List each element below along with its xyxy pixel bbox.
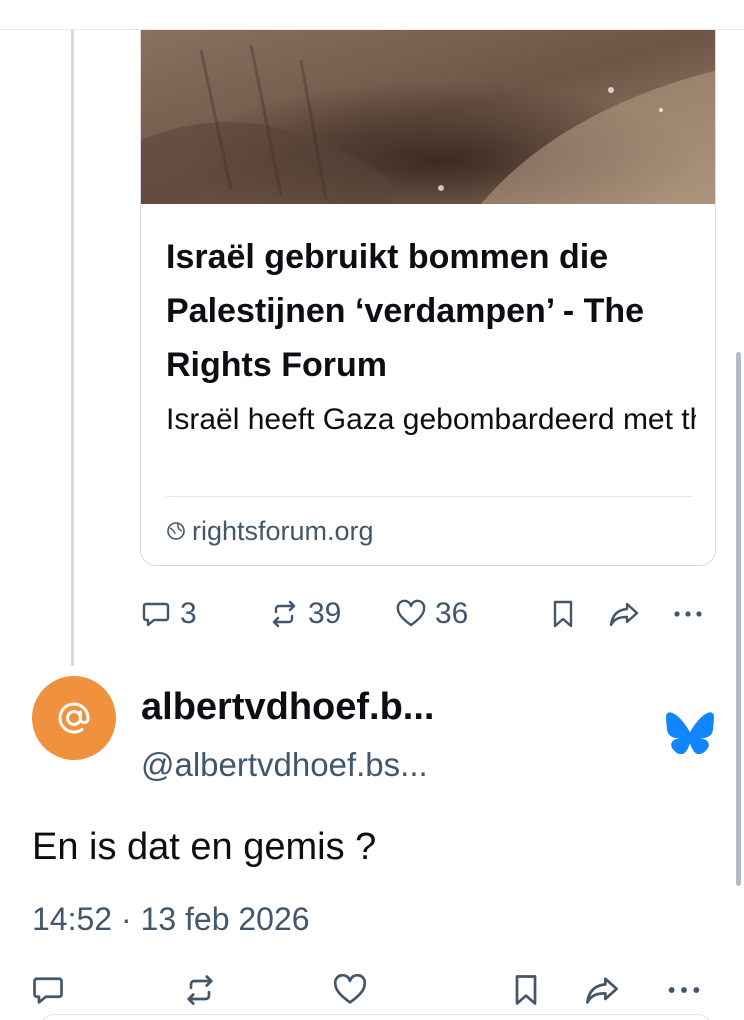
link-preview-title: Israël gebruikt bommen die Palestijnen ‘… — [166, 238, 645, 384]
like-button[interactable]: 36 — [395, 590, 468, 638]
next-card-edge — [40, 1014, 712, 1020]
link-preview-card[interactable]: Israël gebruikt bommen die Palestijnen ‘… — [140, 30, 716, 566]
post-timestamp: 14:52 · 13 feb 2026 — [32, 901, 310, 937]
repost-button[interactable]: 39 — [268, 590, 341, 638]
reply-count: 3 — [180, 597, 197, 630]
share-button[interactable] — [608, 590, 640, 638]
at-sign-icon — [58, 702, 90, 734]
globe-icon — [167, 522, 185, 540]
share-icon — [586, 977, 618, 1004]
repost-count: 39 — [308, 597, 342, 630]
parent-post-actions: 3 39 36 — [0, 590, 744, 638]
repost-icon — [187, 975, 213, 1005]
scrollbar[interactable] — [736, 352, 741, 886]
bookmark-icon — [553, 600, 573, 628]
repost-button[interactable] — [182, 966, 218, 1014]
post-actions — [0, 966, 744, 1016]
reply-button[interactable] — [30, 966, 66, 1014]
thread-connector-line — [71, 30, 74, 666]
link-preview-description: Israël heeft Gaza gebombardeerd met ther… — [166, 403, 696, 436]
avatar[interactable] — [32, 676, 116, 760]
post-text: En is dat en gemis ? — [32, 826, 377, 868]
bookmark-icon — [515, 975, 537, 1005]
bookmark-button[interactable] — [508, 966, 544, 1014]
share-icon — [609, 602, 639, 627]
like-button[interactable] — [332, 966, 368, 1014]
share-button[interactable] — [584, 966, 620, 1014]
link-preview-domain-text: rightsforum.org — [192, 515, 374, 546]
heart-icon — [396, 599, 426, 627]
bookmark-button[interactable] — [547, 590, 579, 638]
reply-icon — [33, 977, 63, 1004]
reply-icon — [142, 602, 170, 627]
link-preview-divider — [166, 496, 693, 497]
more-icon — [674, 611, 702, 617]
heart-icon — [333, 973, 367, 1004]
author-handle[interactable]: @albertvdhoef.bs... — [141, 746, 428, 784]
more-icon — [668, 987, 700, 993]
more-options-button[interactable] — [666, 966, 702, 1014]
like-count: 36 — [435, 597, 469, 630]
author-display-name[interactable]: albertvdhoef.b... — [141, 686, 434, 729]
link-preview-image — [141, 30, 715, 204]
post-thread-view: Israël gebruikt bommen die Palestijnen ‘… — [0, 0, 744, 1020]
bluesky-butterfly-icon — [666, 712, 714, 754]
repost-icon — [272, 600, 296, 628]
more-options-button[interactable] — [672, 590, 704, 638]
link-preview-domain: rightsforum.org — [166, 514, 374, 548]
reply-button[interactable]: 3 — [140, 590, 197, 638]
